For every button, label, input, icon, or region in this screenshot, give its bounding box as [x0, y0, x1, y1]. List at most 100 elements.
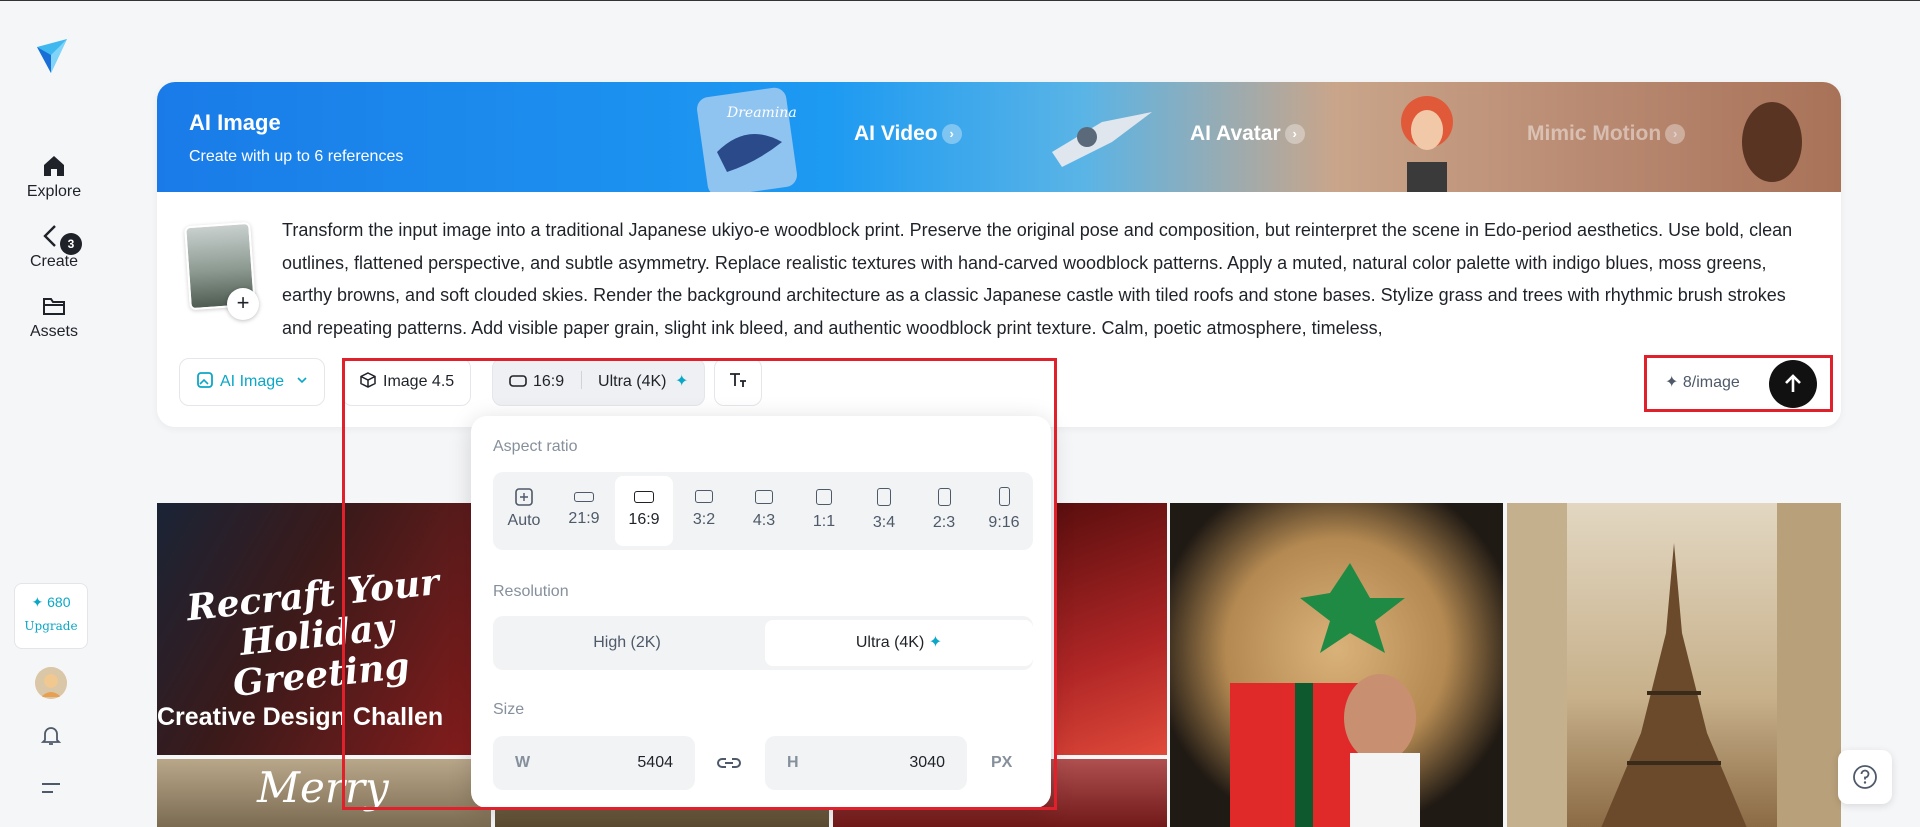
ai-avatar-link[interactable]: AI Avatar › [1190, 122, 1305, 146]
width-value: 5404 [637, 754, 673, 771]
nav-assets[interactable]: Assets [18, 293, 90, 341]
nav-assets-label: Assets [29, 323, 78, 340]
mimic-motion-label: Mimic Motion [1527, 122, 1662, 145]
gallery-image [1507, 503, 1841, 827]
size-label: Size [493, 701, 525, 718]
gallery-card[interactable] [1170, 503, 1503, 827]
ratio-option-auto[interactable]: Auto [495, 476, 553, 546]
resolution-ultra-option[interactable]: Ultra (4K) ✦ [765, 620, 1033, 666]
help-icon [1853, 765, 1877, 789]
ratio-option-label: 3:2 [692, 511, 716, 528]
link-icon[interactable] [715, 752, 743, 774]
resolution-high-option[interactable]: High (2K) [493, 620, 761, 666]
logo-icon[interactable] [35, 37, 69, 75]
text-icon [730, 373, 746, 387]
cube-icon [360, 372, 376, 388]
upgrade-link[interactable]: Upgrade [15, 619, 87, 633]
chevron-down-icon [297, 377, 308, 384]
ratio-option-label: 1:1 [812, 513, 836, 530]
resolution-ultra-label: Ultra (4K) [855, 634, 925, 651]
mimic-motion-link[interactable]: Mimic Motion › [1527, 122, 1686, 146]
banner-title: AI Image [189, 110, 281, 135]
bell-icon[interactable] [39, 723, 63, 747]
menu-icon[interactable] [40, 779, 62, 797]
gallery-card[interactable]: Merry [157, 759, 491, 827]
ratio-shape-icon [574, 492, 594, 502]
folder-icon [43, 298, 65, 315]
text-style-button[interactable] [714, 358, 762, 406]
ratio-option-21-9[interactable]: 21:9 [555, 476, 613, 546]
ratio-option-2-3[interactable]: 2:3 [915, 476, 973, 546]
gallery-card-banner: Creative Design Challen [157, 703, 444, 731]
resolution-label: Resolution [493, 583, 569, 600]
ai-video-link[interactable]: AI Video › [854, 122, 962, 146]
resolution-high-label: High (2K) [593, 634, 661, 651]
gallery-card[interactable] [1054, 503, 1167, 755]
avatar-image [35, 667, 67, 699]
model-select[interactable]: Image 4.5 [342, 358, 472, 406]
height-value: 3040 [909, 754, 945, 771]
ratio-label: 16:9 [533, 373, 565, 390]
arrow-up-icon [1785, 374, 1801, 392]
ratio-option-label: 9:16 [988, 514, 1020, 531]
create-badge: 3 [60, 233, 82, 255]
ratio-option-label: 21:9 [568, 510, 600, 527]
aspect-ratio-panel: Aspect ratio Auto 21:9 16:9 3:2 4:3 1:1 … [471, 416, 1051, 808]
aspect-ratio-options: Auto 21:9 16:9 3:2 4:3 1:1 3:4 2:3 9:16 [493, 472, 1033, 550]
chevron-right-icon: › [1284, 124, 1305, 144]
ratio-option-9-16[interactable]: 9:16 [975, 476, 1033, 546]
gallery-card[interactable]: Recraft Your Holiday Greeting Creative D… [157, 503, 491, 755]
help-button[interactable] [1838, 750, 1892, 804]
nav-create[interactable]: 3 Create [18, 223, 90, 271]
ratio-option-label: 3:4 [872, 514, 896, 531]
ratio-option-3-4[interactable]: 3:4 [855, 476, 913, 546]
create-card: AI Image Create with up to 6 references … [157, 82, 1841, 427]
ratio-shape-icon [998, 487, 1010, 506]
divider [580, 371, 582, 389]
nav-create-label: Create [29, 253, 79, 270]
mode-label: AI Image [220, 373, 285, 390]
ratio-option-label: 2:3 [932, 514, 956, 531]
aspect-ratio-label: Aspect ratio [493, 438, 578, 455]
ai-avatar-thumbnail [1052, 112, 1152, 167]
ratio-option-16-9[interactable]: 16:9 [615, 476, 673, 546]
gallery-image [1230, 563, 1420, 827]
auto-ratio-icon [515, 488, 533, 506]
banner: AI Image Create with up to 6 references … [157, 82, 1841, 192]
ratio-option-label: Auto [507, 512, 541, 529]
ratio-option-1-1[interactable]: 1:1 [795, 476, 853, 546]
nav-explore-label: Explore [26, 183, 82, 200]
model-label: Image 4.5 [383, 373, 455, 390]
height-input[interactable]: H 3040 [765, 736, 967, 790]
ratio-option-4-3[interactable]: 4:3 [735, 476, 793, 546]
width-key: W [515, 754, 531, 771]
gallery-card[interactable] [1507, 503, 1841, 827]
sparkle-icon: ✦ [674, 373, 689, 390]
height-key: H [787, 754, 799, 771]
ratio-option-label: 16:9 [628, 511, 660, 528]
cost-per-image: ✦ 8/image [1665, 374, 1740, 391]
chevron-right-icon: › [941, 124, 962, 144]
mode-select[interactable]: AI Image [179, 358, 326, 406]
resolution-label: Ultra (4K) [598, 373, 667, 390]
unit-label: PX [991, 754, 1013, 771]
banner-subtitle: Create with up to 6 references [189, 148, 404, 165]
ratio-shape-icon [634, 491, 654, 503]
ratio-shape-icon [816, 489, 832, 505]
prompt-input[interactable]: Transform the input image into a traditi… [282, 214, 1817, 346]
ratio-option-label: 4:3 [752, 512, 776, 529]
ai-video-thumbnail-text: Dreamina [726, 105, 797, 121]
gallery-card-title: Merry [257, 763, 389, 812]
generate-button[interactable] [1769, 360, 1817, 408]
credits-count: ✦ 680 [31, 594, 71, 610]
ratio-icon [509, 375, 527, 387]
avatar[interactable] [35, 667, 67, 699]
width-input[interactable]: W 5404 [493, 736, 695, 790]
add-reference-button[interactable]: + [227, 288, 259, 320]
prompt-area: + Transform the input image into a tradi… [157, 192, 1841, 427]
ratio-option-3-2[interactable]: 3:2 [675, 476, 733, 546]
ratio-resolution-select[interactable]: 16:9 Ultra (4K) ✦ [492, 358, 706, 406]
credits-box[interactable]: ✦ 680 Upgrade [14, 583, 88, 649]
home-icon [44, 156, 64, 176]
nav-explore[interactable]: Explore [18, 153, 90, 201]
